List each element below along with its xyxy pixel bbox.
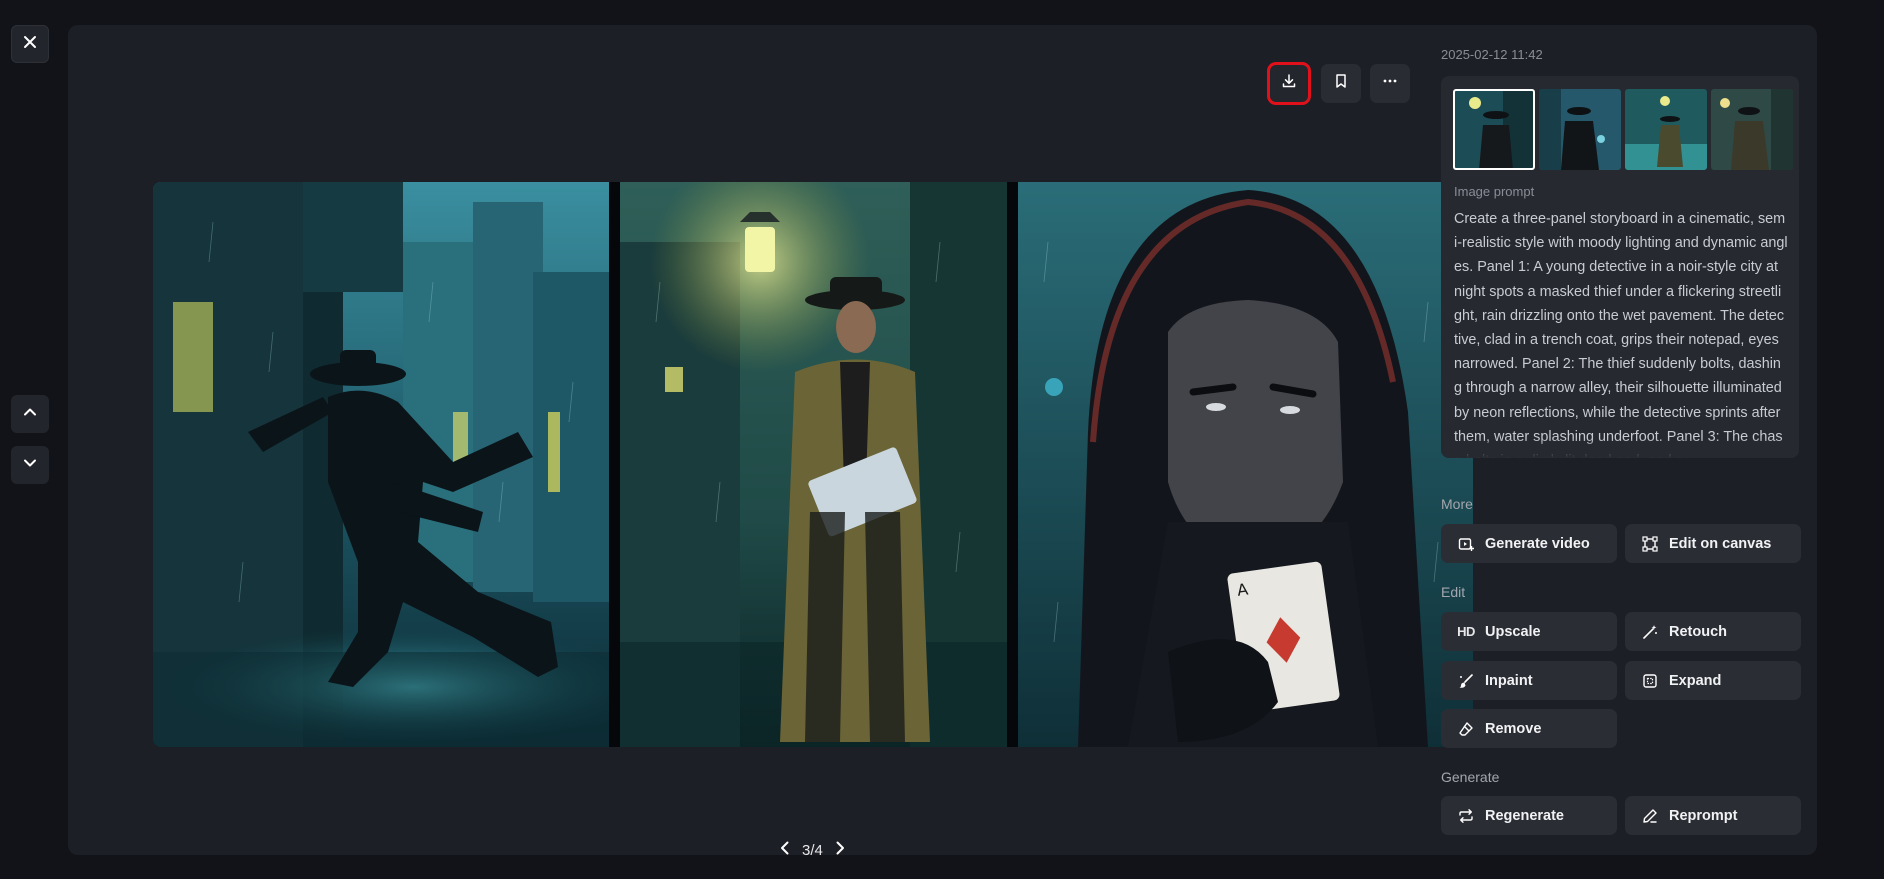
- pencil-icon: [1641, 807, 1659, 825]
- expand-icon: [1641, 672, 1659, 690]
- regenerate-label: Regenerate: [1485, 807, 1564, 824]
- more-options-button[interactable]: [1370, 64, 1410, 103]
- main-image: A: [153, 182, 1473, 747]
- more-horizontal-icon: [1382, 73, 1398, 94]
- thumbnail[interactable]: [1625, 89, 1707, 170]
- close-icon: [23, 35, 37, 54]
- next-image-button[interactable]: [11, 446, 49, 484]
- reprompt-label: Reprompt: [1669, 807, 1738, 824]
- retouch-button[interactable]: Retouch: [1625, 612, 1801, 651]
- upscale-button[interactable]: HD Upscale: [1441, 612, 1617, 651]
- chevron-up-icon: [23, 405, 37, 424]
- retouch-label: Retouch: [1669, 623, 1727, 640]
- chevron-left-icon[interactable]: [778, 840, 792, 860]
- chevron-down-icon: [23, 456, 37, 475]
- storyboard-panel-2: [620, 182, 1007, 747]
- thumbnail[interactable]: [1539, 89, 1621, 170]
- regenerate-button[interactable]: Regenerate: [1441, 796, 1617, 835]
- video-add-icon: [1457, 535, 1475, 553]
- canvas-icon: [1641, 535, 1659, 553]
- eraser-icon: [1457, 720, 1475, 738]
- download-icon: [1281, 73, 1297, 94]
- magic-wand-icon: [1641, 623, 1659, 641]
- storyboard-panel-1: [153, 182, 609, 747]
- brush-icon: [1457, 672, 1475, 690]
- storyboard-panel-3: A: [1018, 182, 1473, 747]
- prompt-card: Image prompt Create a three-panel storyb…: [1441, 76, 1799, 458]
- expand-label: Expand: [1669, 672, 1722, 689]
- chevron-right-icon[interactable]: [833, 840, 847, 860]
- thumbnail[interactable]: [1453, 89, 1535, 170]
- prompt-label: Image prompt: [1454, 184, 1535, 199]
- bookmark-icon: [1333, 73, 1349, 94]
- timestamp: 2025-02-12 11:42: [1441, 47, 1543, 62]
- inpaint-label: Inpaint: [1485, 672, 1533, 689]
- thumbnail[interactable]: [1711, 89, 1793, 170]
- generate-video-button[interactable]: Generate video: [1441, 524, 1617, 563]
- prompt-text: Create a three-panel storyboard in a cin…: [1454, 211, 1788, 458]
- expand-button[interactable]: Expand: [1625, 661, 1801, 700]
- inpaint-button[interactable]: Inpaint: [1441, 661, 1617, 700]
- image-pager: 3/4: [778, 838, 847, 862]
- section-edit-label: Edit: [1441, 584, 1466, 600]
- generate-video-label: Generate video: [1485, 535, 1590, 552]
- repeat-icon: [1457, 807, 1475, 825]
- download-button[interactable]: [1267, 62, 1311, 105]
- edit-on-canvas-label: Edit on canvas: [1669, 535, 1772, 552]
- prompt-fade: [1441, 438, 1799, 458]
- reprompt-button[interactable]: Reprompt: [1625, 796, 1801, 835]
- previous-image-button[interactable]: [11, 395, 49, 433]
- upscale-label: Upscale: [1485, 623, 1541, 640]
- close-button[interactable]: [11, 25, 49, 63]
- hd-icon: HD: [1457, 624, 1475, 639]
- page-indicator: 3/4: [802, 841, 823, 859]
- thumbnail-strip: [1453, 89, 1793, 170]
- bookmark-button[interactable]: [1321, 64, 1361, 103]
- remove-button[interactable]: Remove: [1441, 709, 1617, 748]
- remove-label: Remove: [1485, 720, 1542, 737]
- section-more-label: More: [1441, 496, 1473, 512]
- edit-on-canvas-button[interactable]: Edit on canvas: [1625, 524, 1801, 563]
- section-generate-label: Generate: [1441, 769, 1500, 785]
